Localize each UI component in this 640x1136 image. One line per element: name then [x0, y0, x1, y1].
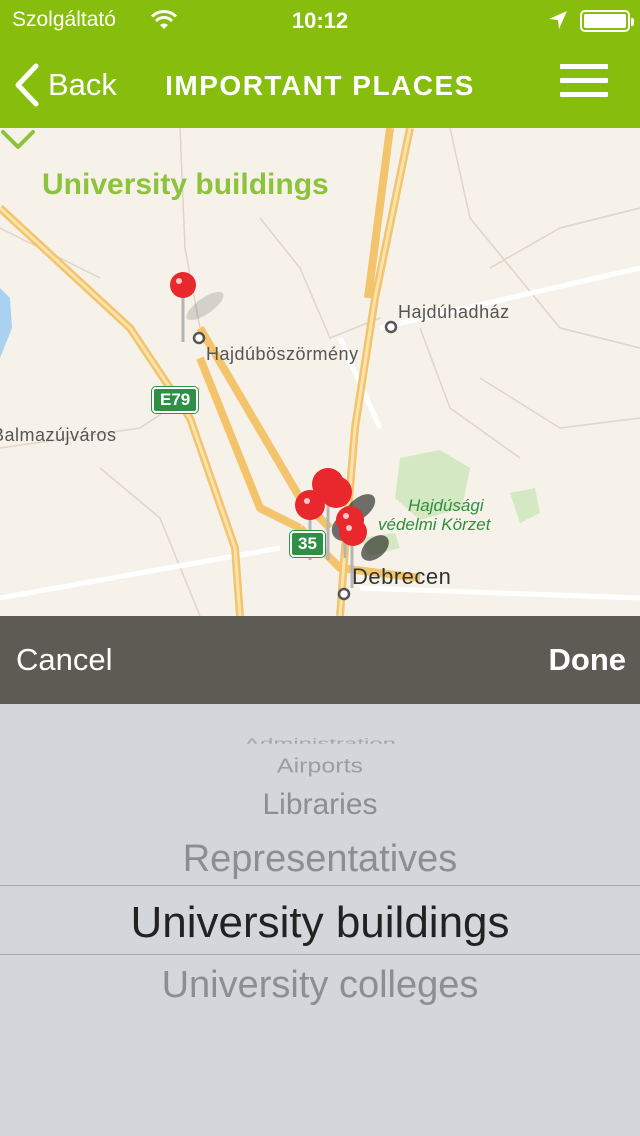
place-label-hajduboszormeny: Hajdúböszörmény — [206, 344, 359, 364]
selection-divider-bottom — [0, 954, 640, 955]
picker-option[interactable]: Administration — [0, 736, 640, 744]
pin-group — [170, 272, 389, 588]
selection-divider-top — [0, 885, 640, 886]
menu-icon — [560, 64, 608, 69]
cancel-button[interactable]: Cancel — [16, 642, 113, 678]
picker-toolbar: Cancel Done — [0, 616, 640, 704]
picker-option[interactable]: University colleges — [0, 964, 640, 1007]
battery-icon — [580, 10, 634, 32]
park-label-line2: védelmi Körzet — [378, 515, 491, 534]
picker-option[interactable]: Representatives — [0, 838, 640, 881]
place-label-balmazujvaros: Balmazújváros — [0, 425, 117, 445]
picker-option[interactable]: Libraries — [0, 788, 640, 822]
road-shield-35: 35 — [290, 531, 325, 557]
top-bar: Szolgáltató 10:12 Back IMPORTANT PLACES — [0, 0, 640, 128]
done-button[interactable]: Done — [549, 642, 627, 678]
map-view[interactable]: University buildings Hajdúhadház Hajdúbö… — [0, 128, 640, 616]
page-title: IMPORTANT PLACES — [165, 70, 475, 101]
location-arrow-icon — [549, 11, 567, 29]
picker-option[interactable]: Airports — [0, 755, 640, 779]
road-shield-e79: E79 — [152, 387, 199, 413]
park-label-line1: Hajdúsági — [408, 496, 484, 515]
place-label-debrecen: Debrecen — [352, 564, 452, 589]
menu-button[interactable] — [560, 64, 608, 100]
category-picker[interactable]: Administration Airports Libraries Repres… — [0, 704, 640, 1136]
map-category-heading: University buildings — [42, 168, 329, 201]
place-label-hajduhadhaz: Hajdúhadház — [398, 302, 510, 322]
clock: 10:12 — [291, 8, 349, 33]
chevron-down-icon[interactable] — [0, 128, 36, 152]
status-bar: Szolgáltató 10:12 — [0, 0, 640, 40]
picker-option-selected[interactable]: University buildings — [0, 898, 640, 948]
